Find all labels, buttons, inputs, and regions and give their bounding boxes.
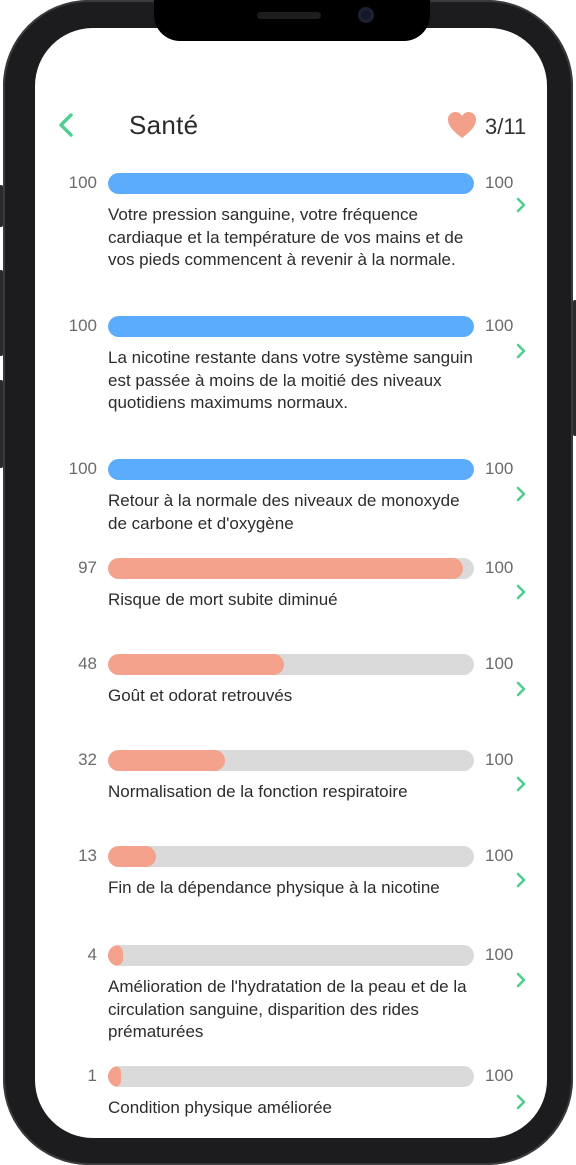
progress-bar-track (108, 459, 474, 480)
progress-value: 100 (68, 459, 97, 478)
chevron-right-icon[interactable] (513, 971, 529, 989)
milestone-description: Goût et odorat retrouvés (108, 686, 293, 705)
chevron-left-icon (59, 113, 73, 137)
progress-bar-fill (108, 316, 474, 337)
progress-value: 100 (68, 173, 97, 192)
milestone-description: Condition physique améliorée (108, 1098, 332, 1117)
speaker-grille (257, 12, 321, 19)
progress-max-value: 100 (485, 846, 514, 865)
heart-icon (448, 112, 476, 138)
chevron-right-icon[interactable] (513, 775, 529, 793)
notch (154, 0, 430, 41)
progress-bar-track (108, 1066, 474, 1087)
progress-max-value: 100 (485, 173, 514, 192)
volume-up-button (0, 270, 3, 356)
progress-bar-fill (108, 846, 156, 867)
progress-bar-track (108, 945, 474, 966)
progress-bar-track (108, 750, 474, 771)
progress-bar-track (108, 558, 474, 579)
milestone-description: Fin de la dépendance physique à la nicot… (108, 878, 440, 897)
progress-value: 100 (68, 316, 97, 335)
silent-switch (0, 185, 3, 227)
page-title: Santé (129, 110, 199, 140)
milestone-description: Risque de mort subite diminué (108, 590, 338, 609)
milestone-description: Amélioration de l'hydratation de la peau… (108, 977, 467, 1042)
progress-bar-fill (108, 945, 123, 966)
progress-value: 4 (87, 945, 97, 964)
progress-bar-track (108, 316, 474, 337)
chevron-right-icon[interactable] (513, 196, 529, 214)
progress-bar-fill (108, 558, 464, 579)
app-header: Santé 3/11 (35, 28, 547, 158)
progress-bar-fill (108, 459, 474, 480)
volume-down-button (0, 380, 3, 468)
progress-max-value: 100 (485, 945, 514, 964)
milestone-description: Normalisation de la fonction respiratoir… (108, 782, 408, 801)
milestone-description: Retour à la normale des niveaux de monox… (108, 491, 460, 533)
back-button[interactable] (53, 112, 79, 138)
progress-max-value: 100 (485, 1066, 514, 1085)
chevron-right-icon[interactable] (513, 485, 529, 503)
progress-counter: 3/11 (485, 114, 527, 139)
progress-value: 48 (78, 654, 97, 673)
phone-frame: Santé 3/11 100 100 Votre pression sanguine… (0, 0, 576, 1165)
progress-bar-track (108, 654, 474, 675)
milestone-description: Votre pression sanguine, votre fréquence… (108, 205, 464, 270)
chevron-right-icon[interactable] (513, 1093, 529, 1111)
screen: Santé 3/11 100 100 Votre pression sanguine… (35, 28, 547, 1138)
progress-bar-track (108, 173, 474, 194)
chevron-right-icon[interactable] (513, 680, 529, 698)
progress-value: 97 (78, 558, 97, 577)
progress-max-value: 100 (485, 316, 514, 335)
progress-bar-fill (108, 1066, 121, 1087)
milestone-description: La nicotine restante dans votre système … (108, 348, 473, 413)
chevron-right-icon[interactable] (513, 583, 529, 601)
progress-value: 1 (87, 1066, 97, 1085)
progress-bar-fill (108, 654, 284, 675)
progress-max-value: 100 (485, 459, 514, 478)
progress-max-value: 100 (485, 750, 514, 769)
progress-value: 13 (78, 846, 97, 865)
chevron-right-icon[interactable] (513, 342, 529, 360)
chevron-right-icon[interactable] (513, 871, 529, 889)
progress-max-value: 100 (485, 654, 514, 673)
progress-bar-track (108, 846, 474, 867)
progress-max-value: 100 (485, 558, 514, 577)
progress-value: 32 (78, 750, 97, 769)
progress-bar-fill (108, 750, 226, 771)
progress-bar-fill (108, 173, 474, 194)
camera-lens (358, 7, 374, 23)
